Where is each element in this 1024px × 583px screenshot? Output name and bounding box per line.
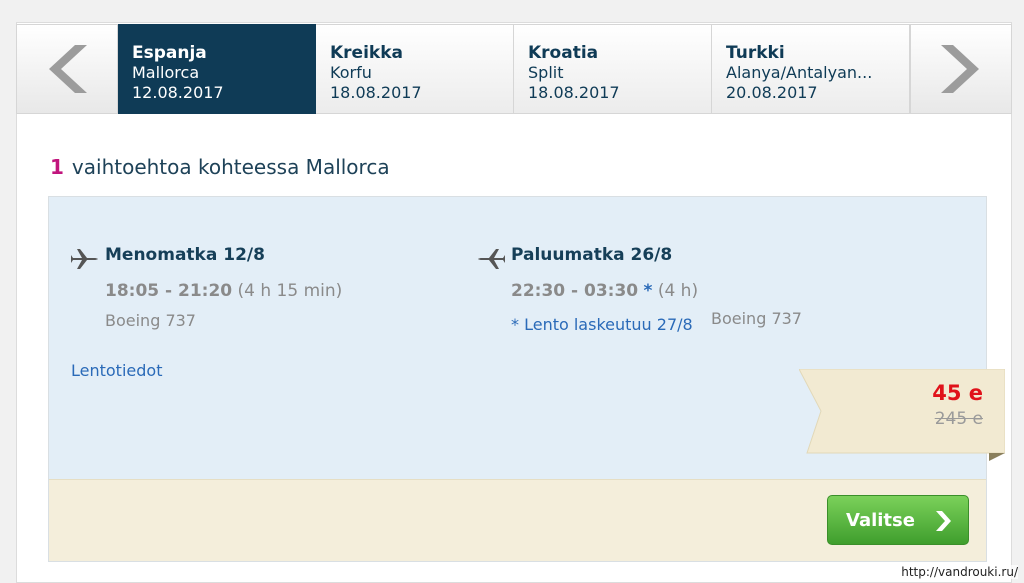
tab-kreikka[interactable]: Kreikka Korfu 18.08.2017 [316,24,514,114]
outbound-aircraft: Boeing 737 [105,311,196,330]
return-leg: Paluumatka 26/8 22:30 - 03:30 * (4 h) * … [477,245,897,345]
next-destination-button[interactable] [910,24,1012,114]
outbound-title: Menomatka 12/8 [105,245,265,265]
flight-details-link[interactable]: Lentotiedot [71,361,162,380]
airplane-outbound-icon [71,249,98,269]
chevron-right-small-icon [936,511,951,531]
tab-country: Espanja [132,43,207,63]
airplane-return-icon [478,249,505,269]
outbound-leg: Menomatka 12/8 18:05 - 21:20 (4 h 15 min… [71,245,451,345]
tab-kroatia[interactable]: Kroatia Split 18.08.2017 [514,24,712,114]
return-star: * [643,281,653,301]
return-duration: (4 h) [657,281,699,301]
return-aircraft: Boeing 737 [711,309,802,328]
tab-date: 18.08.2017 [330,83,422,102]
return-times: 22:30 - 03:30 [511,281,639,301]
tab-destination: Split [528,63,564,82]
outbound-times: 18:05 - 21:20 [105,281,233,301]
results-heading: 1 vaihtoehtoa kohteessa Mallorca [50,155,390,179]
results-count: 1 [50,155,64,179]
watermark: http://vandrouki.ru/ [901,565,1018,579]
return-times-line: 22:30 - 03:30 * (4 h) [511,281,698,301]
tab-date: 18.08.2017 [528,83,620,102]
tab-espanja[interactable]: Espanja Mallorca 12.08.2017 [118,24,316,114]
chevron-right-icon [941,45,979,93]
flight-details-area: Menomatka 12/8 18:05 - 21:20 (4 h 15 min… [49,197,1005,479]
outbound-times-line: 18:05 - 21:20 (4 h 15 min) [105,281,342,301]
select-button[interactable]: Valitse [827,495,969,545]
price-current: 45 e [932,381,983,405]
price-tag: 45 e 245 e [799,369,1005,461]
price-original: 245 e [934,409,983,429]
return-arrival-note: * Lento laskeutuu 27/8 [511,315,693,334]
tab-country: Kroatia [528,43,599,63]
tab-turkki[interactable]: Turkki Alanya/Antalyan... 20.08.2017 [712,24,910,114]
tab-destination: Korfu [330,63,372,82]
tab-date: 12.08.2017 [132,83,224,102]
results-text: vaihtoehtoa kohteessa Mallorca [71,155,390,179]
select-button-label: Valitse [846,509,915,531]
tab-date: 20.08.2017 [726,83,818,102]
destination-tabs: Espanja Mallorca 12.08.2017 Kreikka Korf… [16,24,1012,114]
outbound-duration: (4 h 15 min) [237,281,343,301]
tab-country: Turkki [726,43,785,63]
tab-destination: Mallorca [132,63,200,82]
tab-country: Kreikka [330,43,403,63]
return-title: Paluumatka 26/8 [511,245,673,265]
chevron-left-icon [49,45,87,93]
flight-option-card: Menomatka 12/8 18:05 - 21:20 (4 h 15 min… [48,196,1005,562]
tab-destination: Alanya/Antalyan... [726,63,873,82]
previous-destination-button[interactable] [16,24,118,114]
